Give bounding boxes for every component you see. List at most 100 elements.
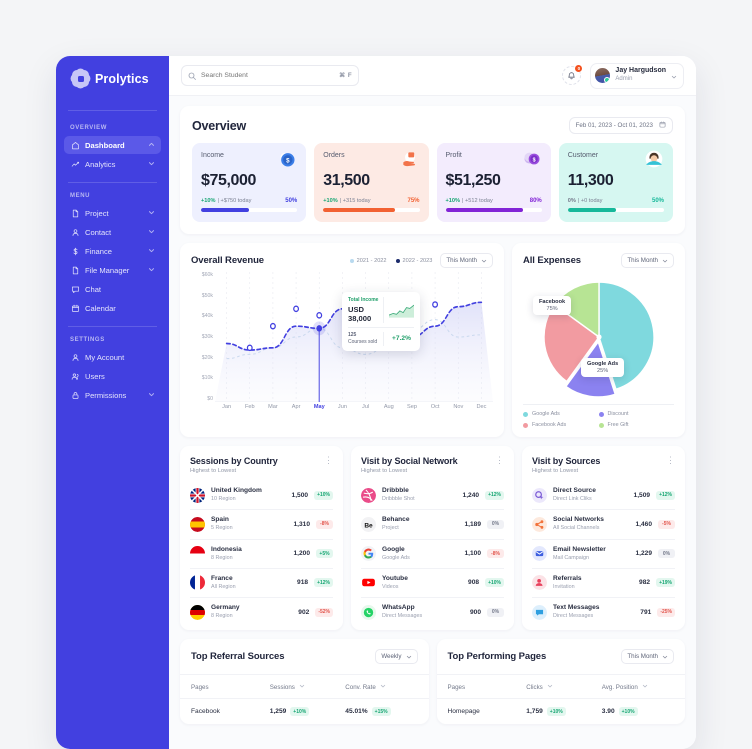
kpi-card-orders[interactable]: Orders 31,500 +10% | +315 today 75% (314, 143, 429, 222)
sidebar-section-settings: SETTINGS (70, 337, 105, 343)
sidebar-item-users[interactable]: Users (64, 367, 161, 385)
kpi-value: 11,300 (567, 172, 614, 189)
table-row[interactable]: Facebook 1,259 +10% 45.01% +15% (180, 698, 429, 724)
list-item[interactable]: Text Messages Direct Messages 791 -25% (532, 597, 675, 626)
notification-badge: 0 (575, 65, 583, 72)
sidebar-item-file-manager[interactable]: File Manager (64, 261, 161, 279)
pie-callout-google: Google Ads 25% (581, 358, 625, 377)
panel-title: Sessions by Country (190, 456, 278, 466)
table-column-header[interactable]: Clicks (526, 683, 602, 691)
user-role: Admin (615, 76, 633, 83)
kebab-menu-icon[interactable]: ⋮ (666, 456, 675, 465)
sidebar-divider (68, 182, 157, 183)
table-period-select[interactable]: Weekly (375, 649, 418, 665)
kebab-menu-icon[interactable]: ⋮ (495, 456, 504, 465)
sidebar-item-analytics[interactable]: Analytics (64, 155, 161, 173)
sidebar-item-my-account[interactable]: My Account (64, 348, 161, 366)
brand-logo[interactable]: Prolytics (56, 56, 169, 101)
list-item-name: Youtube (382, 574, 408, 582)
kpi-card-profit[interactable]: Profit $ $51,250 +10% | +512 today 80% (436, 143, 551, 222)
list-item[interactable]: Email Newsletter Mail Campaign 1,229 0% (532, 538, 675, 568)
date-range-picker[interactable]: Feb 01, 2023 - Oct 01, 2023 (568, 117, 673, 134)
table-column-header[interactable]: Conv. Rate (345, 683, 417, 691)
pie-legend-item[interactable]: Facebook Ads (523, 422, 599, 428)
lock-icon (70, 391, 80, 400)
notifications-button[interactable]: 0 (562, 65, 583, 85)
person-avatar-icon (644, 149, 664, 169)
chevron-down-icon (148, 228, 155, 237)
pie-legend-item[interactable]: Google Ads (523, 411, 599, 417)
sidebar-item-calendar[interactable]: Calendar (64, 299, 161, 317)
kpi-card-customer[interactable]: Customer 11,300 0% | +0 today 50% (558, 143, 673, 222)
revenue-tooltip: Total Income USD 38,000 125 Courses sold… (342, 292, 420, 351)
kpi-label: Orders (323, 152, 345, 159)
kpi-subtext: | +315 today (339, 198, 371, 204)
table-row[interactable]: Homepage 1,759 +10% 3.90 +10% (436, 698, 685, 724)
google-icon (361, 546, 376, 562)
dashboard-scroll[interactable]: Overview Feb 01, 2023 - Oct 01, 2023 Inc… (169, 96, 696, 749)
pie-legend-item[interactable]: Free Gift (598, 422, 675, 428)
list-item[interactable]: United Kingdom 10 Region 1,500 +10% (190, 481, 333, 509)
list-item[interactable]: Spain 5 Region 1,310 -8% (190, 509, 333, 538)
kpi-card-income[interactable]: Income $ $75,000 +10% | +$750 today 50% (192, 143, 307, 222)
file-icon (70, 209, 80, 218)
sidebar-item-dashboard[interactable]: Dashboard (64, 136, 161, 154)
search-box[interactable]: ⌘ F (181, 65, 359, 86)
legend-item-0[interactable]: 2021 - 2022 (349, 258, 387, 264)
expenses-pie-chart[interactable]: Facebook 75% Google Ads 25% (523, 274, 674, 400)
chat-icon (70, 285, 80, 294)
sort-icon[interactable] (642, 683, 648, 691)
sort-icon[interactable] (299, 683, 305, 691)
list-item[interactable]: Be Behance Project 1,189 0% (361, 509, 504, 538)
list-item[interactable]: Social Networks All Social Channels 1,46… (532, 509, 675, 538)
sidebar-item-permissions[interactable]: Permissions (64, 386, 161, 404)
chevron-down-icon (662, 655, 668, 659)
list-item-value: 1,240 (462, 491, 480, 499)
revenue-chart[interactable]: $60k $50k $40k $30k $20k $10k $0 Total I… (191, 272, 493, 420)
sidebar-item-contact[interactable]: Contact (64, 223, 161, 241)
user-menu[interactable]: Jay Hargudson Admin (590, 62, 684, 89)
pie-callout-label-1: Google Ads (587, 361, 619, 367)
list-item[interactable]: France All Region 918 +12% (190, 567, 333, 597)
flag-indonesia-icon (190, 546, 205, 562)
list-item[interactable]: Indonesia 8 Region 1,200 +5% (190, 538, 333, 568)
panel-list: Direct Source Direct Link Cliks 1,509 +1… (532, 481, 675, 626)
tooltip-sparkline (383, 297, 414, 323)
list-item[interactable]: Referrals Invitation 982 +19% (532, 567, 675, 597)
sort-icon[interactable] (380, 683, 386, 691)
panel-subtitle: Highest to Lowest (532, 468, 579, 474)
table-cell-metric2: 3.90 +10% (602, 707, 674, 717)
sidebar-item-label: Permissions (85, 390, 127, 400)
table-period-select[interactable]: This Month (621, 649, 674, 665)
search-input[interactable] (201, 72, 335, 79)
svg-text:$: $ (286, 158, 290, 165)
sidebar-item-label: Contact (85, 227, 112, 237)
sidebar-item-project[interactable]: Project (64, 204, 161, 222)
list-item[interactable]: Google Google Ads 1,100 -8% (361, 538, 504, 568)
kebab-menu-icon[interactable]: ⋮ (324, 456, 333, 465)
sidebar-item-chat[interactable]: Chat (64, 280, 161, 298)
sort-icon[interactable] (547, 683, 553, 691)
pie-legend-item[interactable]: Discount (598, 411, 675, 417)
list-item[interactable]: Dribbble Dribbble Shot 1,240 +12% (361, 481, 504, 509)
message-icon (532, 604, 547, 620)
revenue-period-select[interactable]: This Month (440, 253, 493, 268)
list-item[interactable]: WhatsApp Direct Messages 900 0% (361, 597, 504, 626)
list-item[interactable]: Youtube Videos 908 +10% (361, 567, 504, 597)
table-column-header[interactable]: Sessions (270, 683, 346, 691)
table-cell-page: Facebook (191, 708, 220, 716)
list-item-name: Email Newsletter (553, 545, 606, 553)
list-item[interactable]: Direct Source Direct Link Cliks 1,509 +1… (532, 481, 675, 509)
list-item[interactable]: Germany 8 Region 902 -52% (190, 597, 333, 626)
sidebar-item-finance[interactable]: Finance (64, 242, 161, 260)
sidebar-section-overview: OVERVIEW (70, 125, 108, 131)
status-badge: -5% (658, 519, 675, 529)
coin-stack-icon: $ (522, 149, 542, 169)
pie-callout-value-1: 25% (596, 368, 609, 374)
kpi-value: 31,500 (323, 172, 370, 189)
table-column-header[interactable]: Avg. Position (602, 683, 674, 691)
legend-item-1[interactable]: 2022 - 2023 (395, 258, 432, 264)
list-panels-row: Sessions by Country Highest to Lowest ⋮ … (180, 446, 685, 631)
expenses-period-select[interactable]: This Month (621, 253, 674, 268)
panel-title: Visit by Social Network (361, 456, 458, 466)
